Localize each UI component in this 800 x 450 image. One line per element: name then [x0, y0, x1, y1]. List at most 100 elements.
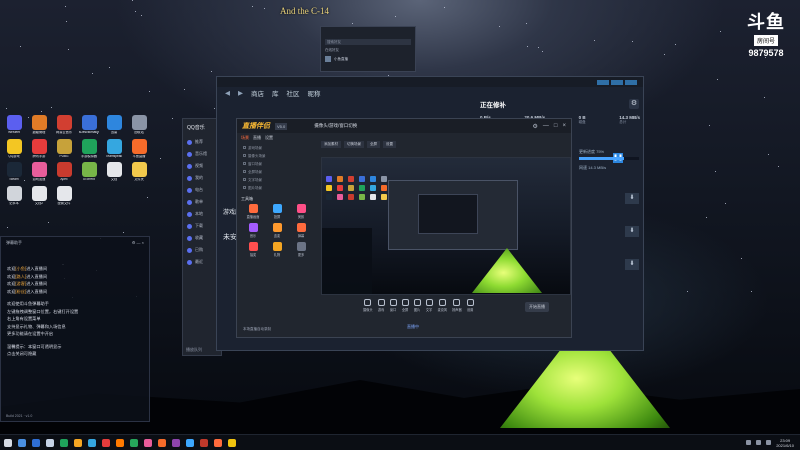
companion-tab[interactable]: 场景 — [241, 135, 249, 141]
companion-tab[interactable]: 直播 — [253, 135, 261, 141]
companion-tab[interactable]: 设置 — [265, 135, 273, 141]
download-icon[interactable]: ⬇ — [625, 226, 639, 237]
taskbar-app-icon[interactable] — [18, 438, 26, 447]
windows-start-icon[interactable] — [4, 438, 12, 447]
desktop-icon[interactable]: 游戏加速 — [27, 162, 51, 182]
preview-toolbar-button[interactable]: 全屏 — [367, 141, 380, 148]
steam-friends-window[interactable]: 搜索好友 在线好友 小鱼直播 — [320, 26, 416, 72]
tool-button[interactable]: 礼物 — [265, 242, 289, 257]
tool-button[interactable]: 连麦 — [265, 223, 289, 238]
live-status-link[interactable]: 直播中 — [407, 324, 419, 330]
scene-item[interactable]: 全屏场景 — [241, 168, 319, 176]
desktop-icon[interactable]: 文件夹 — [127, 162, 151, 182]
tool-button[interactable]: 投屏 — [265, 204, 289, 219]
taskbar-app-icon[interactable] — [186, 438, 194, 447]
source-control[interactable]: 窗口 — [389, 299, 397, 312]
desktop-icon[interactable]: 斗鱼直播 — [127, 138, 151, 159]
input-method-icon[interactable] — [766, 440, 772, 445]
desktop-icon[interactable]: uTorrent — [77, 162, 101, 182]
desktop-icon[interactable]: Teamspeak — [102, 138, 126, 159]
maximize-icon[interactable]: □ — [554, 123, 558, 130]
friend-entry[interactable]: 小鱼直播 — [325, 56, 415, 62]
desktop-icon[interactable]: 迅雷 — [102, 115, 126, 135]
taskbar-app-icon[interactable] — [88, 438, 96, 447]
back-arrow-icon[interactable]: ◀ — [225, 89, 230, 97]
taskbar-app-icon[interactable] — [200, 438, 208, 447]
tool-button[interactable]: 更多 — [289, 242, 313, 257]
taskbar-app-icon[interactable] — [144, 438, 152, 447]
tool-button[interactable]: 音乐 — [241, 223, 265, 238]
scene-item[interactable]: 游戏场景 — [241, 144, 319, 152]
desktop-icon[interactable]: 手游模拟器 — [77, 138, 101, 159]
source-control[interactable]: 麦克风 — [438, 299, 447, 312]
taskbar-app-icon[interactable] — [172, 438, 180, 447]
desktop-icon[interactable]: 超级管理 — [27, 115, 51, 135]
desktop-icon[interactable]: 回收站 — [127, 115, 151, 135]
volume-icon[interactable] — [756, 440, 762, 445]
scene-item[interactable]: 摄像头场景 — [241, 152, 319, 160]
tool-button[interactable]: 弹幕 — [289, 223, 313, 238]
source-control[interactable]: 游戏 — [377, 299, 385, 312]
taskbar-app-icon[interactable] — [158, 438, 166, 447]
source-control[interactable]: 扬声器 — [452, 299, 462, 312]
music-icon — [187, 175, 192, 181]
desktop-icon[interactable]: PUBG — [52, 138, 76, 159]
scene-item[interactable]: 文字场景 — [241, 176, 319, 184]
auto-record-checkbox[interactable]: 本场直播自动录制 — [243, 327, 271, 332]
tool-button[interactable]: 美颜 — [289, 204, 313, 219]
taskbar-app-icon[interactable] — [32, 438, 40, 447]
desktop-icon[interactable]: 文档2 — [27, 185, 51, 206]
tool-button[interactable]: 直播画面 — [241, 204, 265, 219]
close-icon[interactable]: × — [562, 123, 566, 130]
desktop-icon[interactable]: 记事本 — [2, 185, 26, 206]
scene-item[interactable]: 图片场景 — [241, 184, 319, 192]
minimize-icon[interactable]: — — [543, 123, 549, 130]
steam-nav-profile[interactable]: 昵称 — [308, 88, 321, 98]
desktop-icon[interactable]: sDesctikmator — [77, 115, 101, 135]
taskbar-app-icon[interactable] — [130, 438, 138, 447]
desktop-icon[interactable]: 网易云音乐 — [52, 115, 76, 135]
source-control[interactable]: 设置 — [466, 299, 474, 312]
taskbar-app-icon[interactable] — [228, 438, 236, 447]
network-icon[interactable] — [746, 440, 752, 445]
start-live-button[interactable]: 开始直播 — [525, 302, 549, 312]
source-control[interactable]: 全屏 — [401, 299, 409, 312]
scene-item[interactable]: 窗口场景 — [241, 160, 319, 168]
source-control[interactable]: 摄像头 — [363, 299, 373, 312]
friend-search-input[interactable]: 搜索好友 — [325, 39, 411, 45]
forward-arrow-icon[interactable]: ▶ — [238, 89, 243, 97]
desktop-icon[interactable]: Steam — [2, 162, 26, 182]
taskbar-app-icon[interactable] — [214, 438, 222, 447]
live-companion-window[interactable]: 直播伴侣 V5.0 摄像头/游戏/窗口切换 ⚙ — □ × 场景 直播 设置 游戏场… — [236, 118, 572, 338]
preview-toolbar-button[interactable]: 添加素材 — [321, 141, 341, 148]
steam-nav-community[interactable]: 社区 — [287, 88, 300, 98]
chat-window-controls[interactable]: ⚙ — × — [132, 240, 144, 245]
danmaku-chat-window[interactable]: 弹幕助手 ⚙ — × 欢迎[小鱼]进入直播间 欢迎[路人]进入直播间 欢迎[游客]进… — [0, 236, 150, 422]
taskbar-app-icon[interactable] — [102, 438, 110, 447]
clock[interactable]: 23:09 2021/6/10 — [776, 438, 794, 448]
taskbar-app-icon[interactable] — [60, 438, 68, 447]
steam-nav-store[interactable]: 商店 — [251, 88, 264, 98]
desktop-icon[interactable]: Apex — [52, 162, 76, 182]
desktop-icon[interactable]: WeMeet — [2, 115, 26, 135]
star — [211, 71, 213, 72]
settings-icon[interactable]: ⚙ — [532, 123, 537, 130]
desktop-icon[interactable]: 配置文件 — [52, 185, 76, 206]
preview-toolbar-button[interactable]: 切换场景 — [344, 141, 364, 148]
settings-gear-icon[interactable]: ⚙ — [629, 99, 639, 109]
qq-play-queue[interactable]: 播放队列 — [186, 347, 202, 353]
live-preview[interactable] — [321, 157, 571, 295]
desktop-icon[interactable]: QQ游戏 — [2, 138, 26, 159]
desktop-icon[interactable]: 腾讯手游 — [27, 138, 51, 159]
download-icon[interactable]: ⬇ — [625, 193, 639, 204]
desktop-icon[interactable]: 文档 — [102, 162, 126, 182]
preview-toolbar-button[interactable]: 设置 — [383, 141, 396, 148]
taskbar-app-icon[interactable] — [74, 438, 82, 447]
taskbar-app-icon[interactable] — [116, 438, 124, 447]
source-control[interactable]: 文字 — [425, 299, 433, 312]
taskbar-app-icon[interactable] — [46, 438, 54, 447]
tool-button[interactable]: 抽奖 — [241, 242, 265, 257]
steam-nav-library[interactable]: 库 — [272, 88, 279, 98]
download-icon[interactable]: ⬇ — [625, 259, 639, 270]
source-control[interactable]: 图片 — [413, 299, 421, 312]
